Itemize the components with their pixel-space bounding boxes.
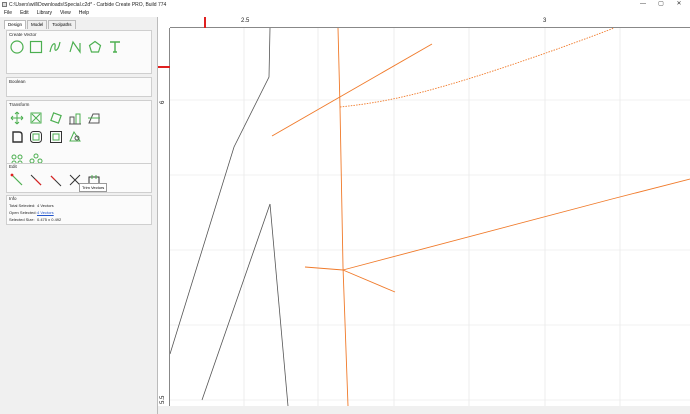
orange-lower-line [342,178,690,271]
ruler-top: 2.5 3 [170,17,690,28]
panel-tabs: Design Model Toolpaths [4,20,157,29]
join-icon[interactable] [9,172,24,187]
circle-icon[interactable] [9,39,24,54]
gray-vector-3 [269,203,289,407]
menu-file[interactable]: File [4,10,12,16]
rotate-icon[interactable] [48,110,63,125]
menu-edit[interactable]: Edit [20,10,29,16]
selected-size-value: 0.475 x 0.492 [37,217,62,222]
window-controls: — ▢ ✕ [634,0,688,9]
text-icon[interactable] [107,39,122,54]
ruler-top-label-3: 3 [543,18,547,24]
menu-view[interactable]: View [60,10,71,16]
align-icon[interactable] [67,110,82,125]
ruler-left: 6 5.5 [158,28,170,406]
offset-icon[interactable] [28,129,43,144]
menu-library[interactable]: Library [37,10,52,16]
outline-icon[interactable] [48,129,63,144]
create-vector-label: Create Vector [9,32,37,37]
gray-vector-2 [201,203,271,401]
orange-vertical-vector [337,27,349,407]
fillet-icon[interactable] [9,129,24,144]
canvas-drawing [169,27,690,407]
orange-short-left [304,266,344,271]
polygon-icon[interactable] [87,39,102,54]
extend-icon[interactable] [28,172,43,187]
menu-help[interactable]: Help [79,10,89,16]
trim-icon[interactable] [48,172,63,187]
selected-size-label: Selected Size: [9,217,35,222]
node-edit-icon[interactable] [67,129,82,144]
polyline-icon[interactable] [67,39,82,54]
menu-bar: File Edit Library View Help [0,9,690,17]
total-selected-value: 4 Vectors [37,203,54,208]
canvas-grid [170,28,690,406]
mirror-icon[interactable] [86,110,101,125]
boolean-section [6,77,152,97]
orange-short-down [342,269,396,293]
orange-line-upper [271,43,433,137]
move-icon[interactable] [9,110,24,125]
ruler-position-marker-y [158,66,170,68]
trim-vectors-tooltip: Trim Vectors [79,183,108,192]
design-canvas[interactable] [158,17,690,407]
tab-toolpaths[interactable]: Toolpaths [48,20,76,29]
open-selected-label: Open Selected: [9,210,37,215]
title-bar: C:\Users\will\Downloads\Special.c2d* - C… [0,0,690,9]
total-selected-label: Total Selected: [9,203,36,208]
orange-dotted-curve [339,27,615,108]
app-icon [2,2,7,7]
rectangle-icon[interactable] [28,39,43,54]
close-button[interactable]: ✕ [670,0,688,9]
gray-vector-1 [169,27,271,355]
curve-icon[interactable] [47,39,62,54]
transform-label: Transform [9,102,30,107]
scale-icon[interactable] [28,110,43,125]
info-label: Info [9,196,17,201]
boolean-label: Boolean [9,79,26,84]
ruler-top-label-2-5: 2.5 [241,18,250,24]
window-title: C:\Users\will\Downloads\Special.c2d* - C… [9,1,167,8]
horizontal-scrollbar[interactable] [158,406,690,414]
edit-label: Edit [9,164,17,169]
tab-design[interactable]: Design [4,20,27,29]
tab-model[interactable]: Model [27,20,48,29]
minimize-button[interactable]: — [634,0,652,9]
ruler-left-label-6: 6 [160,100,166,104]
open-selected-link[interactable]: 4 Vectors [37,210,54,215]
ruler-position-marker-x [204,17,206,28]
left-panel: Design Model Toolpaths Create Vector Boo… [0,17,158,414]
ruler-left-label-5-5: 5.5 [160,395,166,404]
maximize-button[interactable]: ▢ [652,0,670,9]
